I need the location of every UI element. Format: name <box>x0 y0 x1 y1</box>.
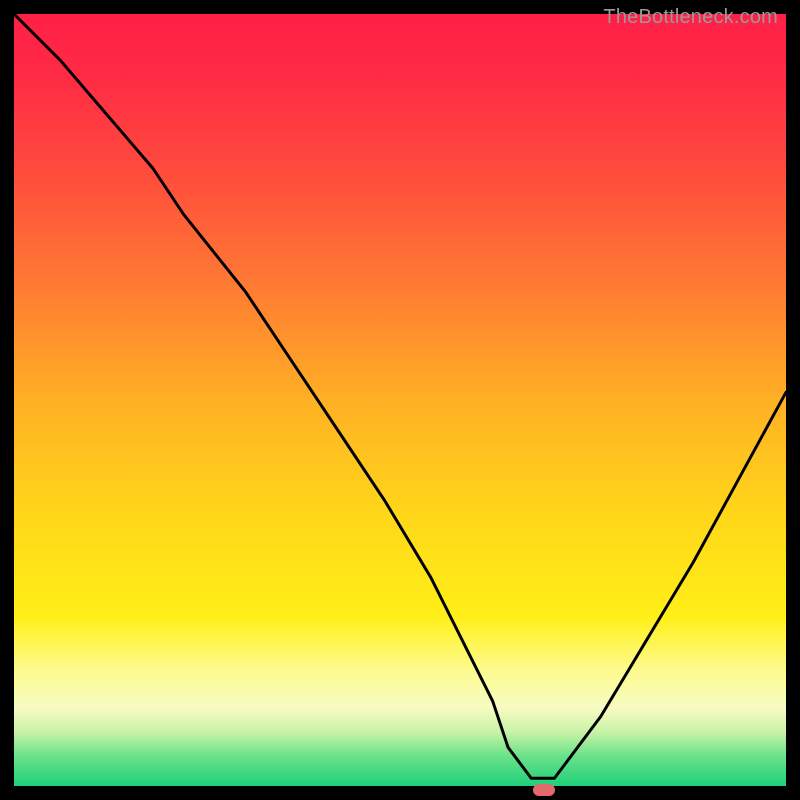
gradient-background <box>14 14 786 786</box>
chart-frame: TheBottleneck.com <box>10 10 790 790</box>
optimal-point-marker <box>533 784 555 796</box>
attribution-text: TheBottleneck.com <box>603 6 778 29</box>
bottleneck-chart <box>14 14 786 786</box>
